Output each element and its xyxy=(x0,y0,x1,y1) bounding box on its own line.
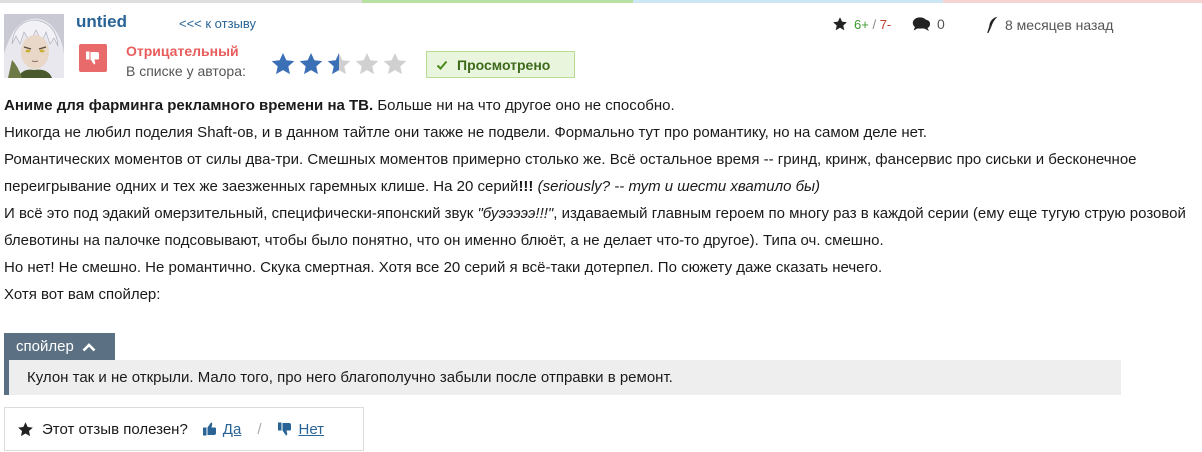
username-link[interactable]: untied xyxy=(76,12,127,32)
in-list-label: В списке у автора: xyxy=(126,63,246,79)
spoiler-content: Кулон так и не открыли. Мало того, про н… xyxy=(4,360,1121,395)
helpfulness-question: Этот отзыв полезен? xyxy=(42,420,188,438)
helpfulness-vote: Этот отзыв полезен? Да / Нет xyxy=(4,407,364,451)
spoiler-toggle-button[interactable]: спойлер xyxy=(4,333,115,360)
review-paragraph: И всё это под эдакий омерзительный, спец… xyxy=(4,200,1194,254)
score-negative: 7- xyxy=(879,16,892,32)
avatar[interactable] xyxy=(4,14,64,78)
chevron-up-icon xyxy=(82,342,96,351)
review-verdict: Отрицательный xyxy=(126,43,239,59)
star-icon xyxy=(271,52,295,75)
review-date: 8 месяцев назад xyxy=(985,16,1113,34)
status-badge-label: Просмотрено xyxy=(457,56,551,73)
top-bar-segment xyxy=(362,0,633,3)
review-body: Аниме для фарминга рекламного времени на… xyxy=(4,92,1194,308)
review-aside: (seriously? -- тут и шести хватило бы) xyxy=(537,178,821,195)
star-empty-icon xyxy=(383,52,407,75)
comments-icon xyxy=(912,17,931,31)
negative-verdict-box xyxy=(79,44,107,72)
back-to-review-link[interactable]: <<< к отзыву xyxy=(179,16,256,31)
review-headline: Аниме для фарминга рекламного времени на… xyxy=(4,97,374,114)
thumb-down-icon xyxy=(86,51,99,65)
review-paragraph: Но нет! Не смешно. Не романтично. Скука … xyxy=(4,259,883,276)
vote-yes-label: Да xyxy=(222,420,242,438)
review-date-value: 8 месяцев назад xyxy=(1005,17,1114,33)
review-text: И всё это под эдакий омерзительный, спец… xyxy=(4,205,478,222)
vote-no-button[interactable]: Нет xyxy=(277,421,324,438)
review-paragraph: Хотя вот вам спойлер: xyxy=(4,286,161,303)
star-empty-icon xyxy=(355,52,379,75)
thumb-down-icon xyxy=(278,422,292,436)
top-bar-segment xyxy=(633,0,943,3)
review-paragraph: Романтических моментов от силы два-три. … xyxy=(4,146,1194,200)
review-paragraph: Никогда не любил поделия Shaft-ов, и в д… xyxy=(4,124,927,141)
vote-yes-button[interactable]: Да xyxy=(202,420,242,438)
star-icon xyxy=(833,17,847,31)
star-icon xyxy=(299,52,323,75)
review-quote: "буэээээ!!!" xyxy=(477,205,554,222)
review-emphasis: !!! xyxy=(518,178,534,195)
spoiler-button-label: спойлер xyxy=(16,338,74,355)
top-bar-segment xyxy=(0,0,362,3)
review-text: Больше ни на что другое оно не способно. xyxy=(373,97,675,114)
check-icon xyxy=(436,60,448,70)
review-score: 6+ / 7- xyxy=(832,16,891,32)
top-bar-segment xyxy=(943,0,1202,3)
comments-count[interactable]: 0 xyxy=(912,16,945,32)
comments-count-value: 0 xyxy=(937,16,945,32)
half-star-icon xyxy=(327,52,351,75)
score-positive: 6+ xyxy=(854,16,869,32)
vote-no-label: Нет xyxy=(298,420,325,438)
star-icon xyxy=(18,421,33,436)
top-color-bar xyxy=(0,0,1202,3)
quill-icon xyxy=(987,16,998,33)
status-badge: Просмотрено xyxy=(426,51,575,78)
vote-separator: / xyxy=(257,420,262,438)
thumb-up-icon xyxy=(202,422,216,436)
score-separator: / xyxy=(872,16,877,32)
star-rating xyxy=(270,51,408,77)
review-paragraph: Аниме для фарминга рекламного времени на… xyxy=(4,92,1194,119)
